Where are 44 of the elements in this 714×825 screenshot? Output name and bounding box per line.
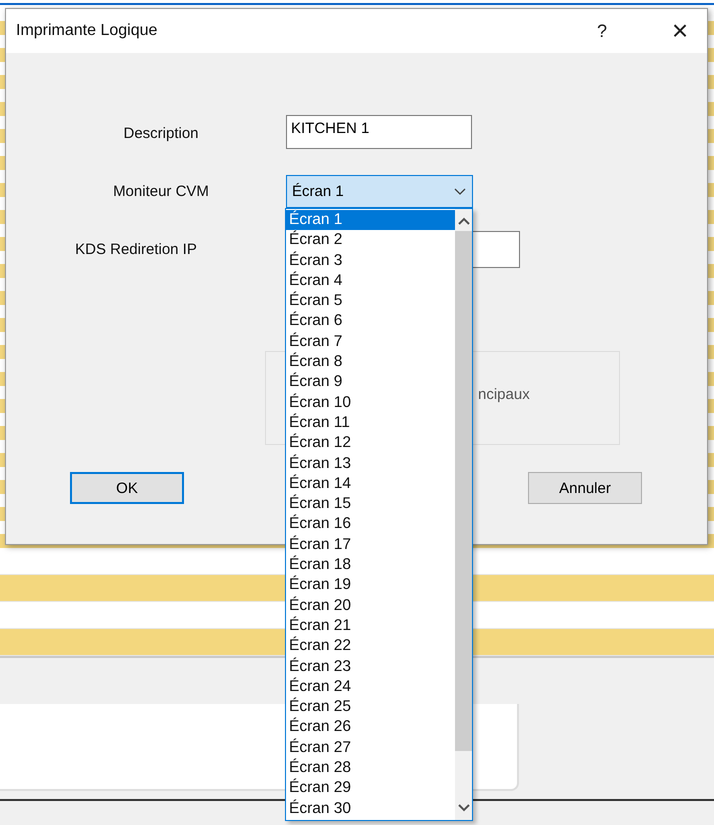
field-label: KDS Rediretion IP bbox=[74, 241, 198, 258]
scroll-up-icon[interactable] bbox=[458, 217, 470, 225]
list-item[interactable]: Écran 26 bbox=[286, 717, 455, 738]
chevron-down-icon bbox=[454, 188, 466, 196]
list-item[interactable]: Écran 20 bbox=[286, 596, 455, 616]
list-item[interactable]: Écran 22 bbox=[286, 636, 455, 657]
list-item[interactable]: Écran 10 bbox=[286, 392, 455, 413]
list-item[interactable]: Écran 5 bbox=[286, 291, 455, 312]
list-item[interactable]: Écran 25 bbox=[286, 697, 455, 718]
list-item[interactable]: Écran 16 bbox=[286, 514, 455, 535]
help-button[interactable]: ? bbox=[587, 20, 617, 42]
list-item[interactable]: Écran 14 bbox=[286, 474, 455, 494]
list-item[interactable]: Écran 6 bbox=[286, 311, 455, 332]
list-item[interactable]: Écran 15 bbox=[286, 494, 455, 514]
cancel-button[interactable]: Annuler bbox=[528, 472, 642, 504]
group-label: ncipaux bbox=[478, 386, 530, 403]
list-item[interactable]: Écran 30 bbox=[286, 798, 455, 819]
list-item[interactable]: Écran 4 bbox=[286, 270, 455, 292]
list-item[interactable]: Écran 11 bbox=[286, 412, 455, 434]
list-item[interactable]: Écran 17 bbox=[286, 534, 455, 556]
field-label: Description bbox=[122, 124, 200, 142]
close-button[interactable]: × bbox=[657, 15, 703, 47]
list-item[interactable]: Écran 2 bbox=[286, 230, 455, 251]
list-item[interactable]: Écran 13 bbox=[286, 454, 455, 474]
list-item[interactable]: Écran 18 bbox=[286, 555, 455, 576]
list-item[interactable]: Écran 8 bbox=[286, 352, 455, 372]
list-item[interactable]: Écran 21 bbox=[286, 616, 455, 636]
list-item[interactable]: Écran 23 bbox=[286, 656, 455, 677]
list-item[interactable]: Écran 29 bbox=[286, 778, 455, 799]
list-item[interactable]: Écran 12 bbox=[286, 433, 455, 454]
list-item[interactable]: Écran 1 bbox=[286, 210, 455, 230]
field-label: Moniteur CVM bbox=[112, 183, 210, 200]
list-item[interactable]: Écran 27 bbox=[286, 738, 455, 758]
window-title: Imprimante Logique bbox=[16, 22, 158, 40]
list-item[interactable]: Écran 28 bbox=[286, 758, 455, 778]
dropdown-field[interactable]: Écran 1 bbox=[286, 175, 473, 208]
scroll-down-icon[interactable] bbox=[458, 804, 470, 812]
list-item[interactable]: Écran 3 bbox=[286, 250, 455, 271]
list-item[interactable]: Écran 9 bbox=[286, 372, 455, 393]
list-item[interactable]: Écran 7 bbox=[286, 332, 455, 352]
list-item[interactable]: Écran 24 bbox=[286, 676, 455, 698]
list-item[interactable]: Écran 19 bbox=[286, 575, 455, 596]
input-field[interactable]: KITCHEN 1 bbox=[286, 115, 472, 149]
ok-button[interactable]: OK bbox=[70, 472, 184, 504]
